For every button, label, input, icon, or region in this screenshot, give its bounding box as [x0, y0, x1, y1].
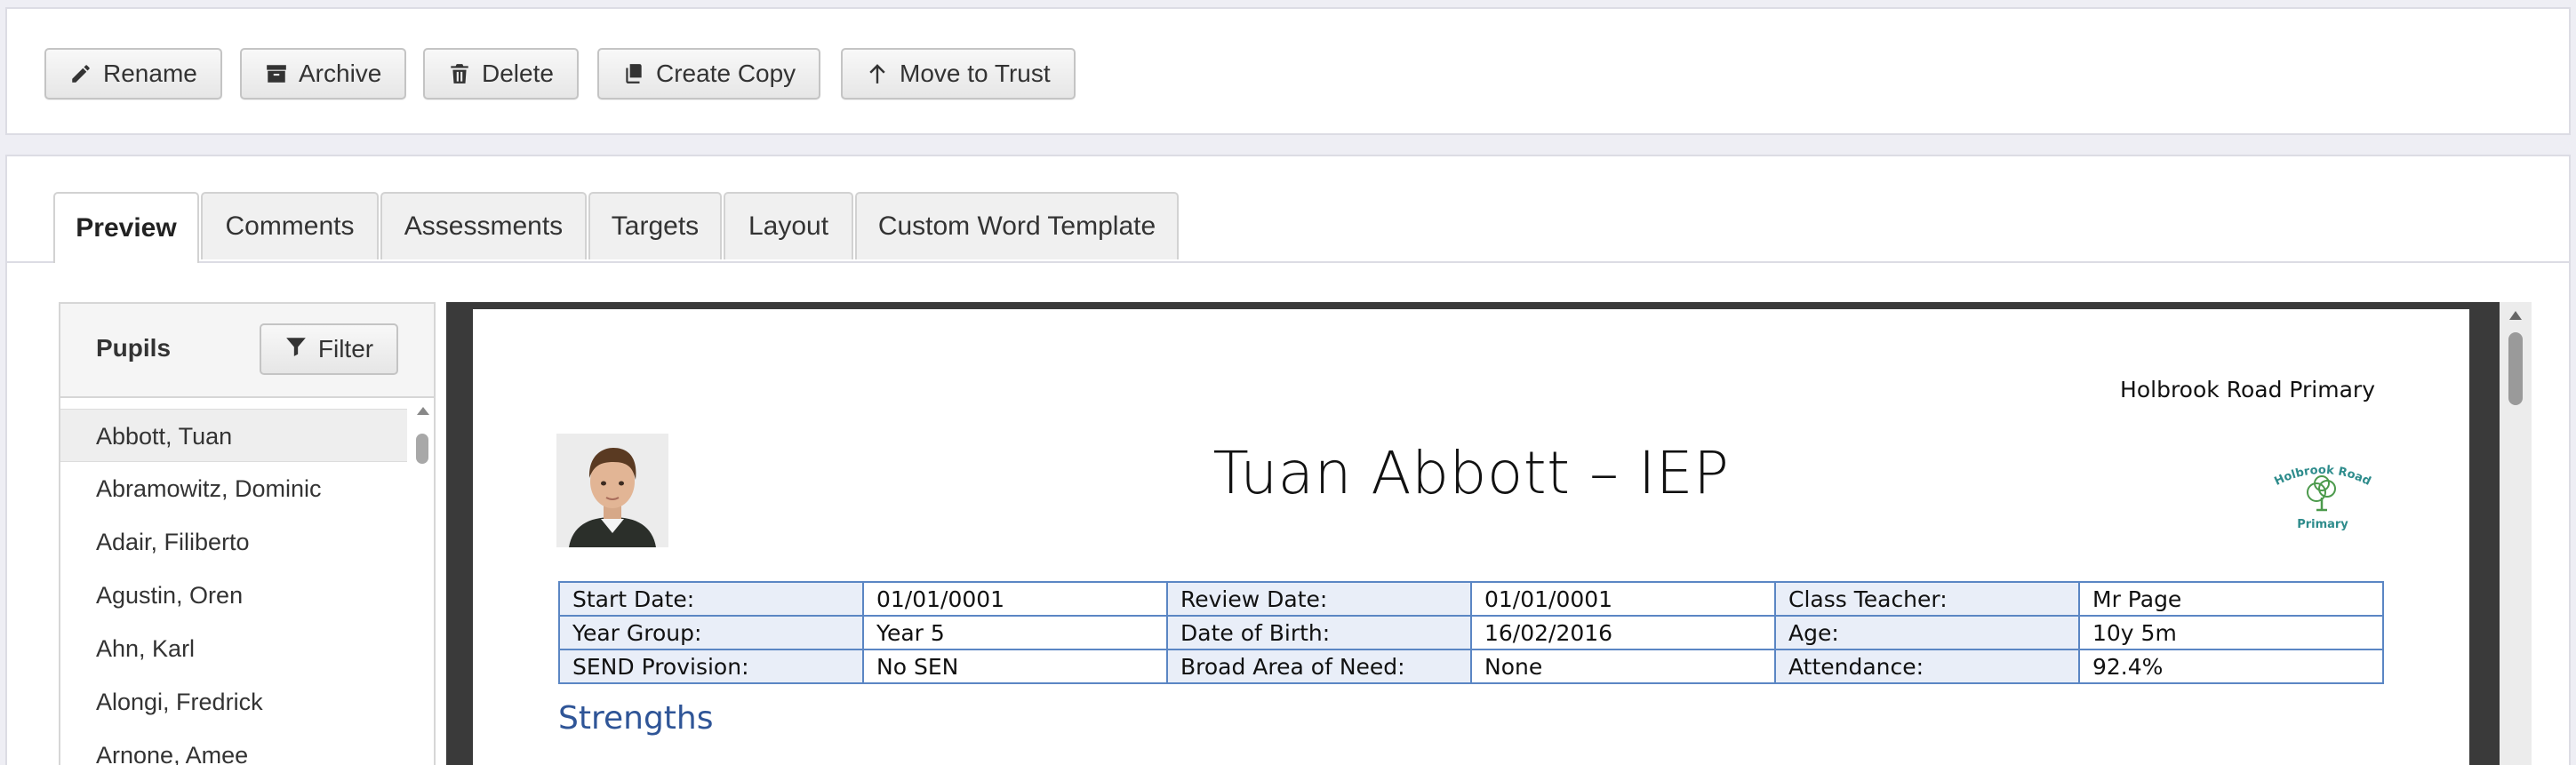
table-row: Start Date: 01/01/0001 Review Date: 01/0…: [558, 581, 2384, 617]
year-group-label: Year Group:: [558, 615, 864, 650]
year-group-value: Year 5: [862, 615, 1168, 650]
pupil-list-scrollbar[interactable]: [412, 402, 432, 765]
scroll-up-arrow-icon[interactable]: [2509, 311, 2522, 320]
move-to-trust-button[interactable]: Move to Trust: [841, 48, 1076, 100]
pupil-item-arnone-amee[interactable]: Arnone, Amee: [60, 729, 407, 765]
tab-assessments[interactable]: Assessments: [380, 192, 587, 259]
scroll-up-arrow-icon[interactable]: [417, 407, 429, 415]
create-copy-button[interactable]: Create Copy: [597, 48, 821, 100]
table-row: Year Group: Year 5 Date of Birth: 16/02/…: [558, 615, 2384, 650]
age-label: Age:: [1774, 615, 2080, 650]
school-name: Holbrook Road Primary: [2120, 377, 2375, 402]
pupil-list: Abbott, Tuan Abramowitz, Dominic Adair, …: [60, 409, 407, 765]
document-page: Holbrook Road Primary Tuan Abbott – IEP: [473, 309, 2469, 765]
date-of-birth-label: Date of Birth:: [1166, 615, 1472, 650]
class-teacher-label: Class Teacher:: [1774, 581, 2080, 617]
broad-area-of-need-value: None: [1470, 649, 1776, 684]
tab-layout[interactable]: Layout: [724, 192, 853, 259]
move-to-trust-label: Move to Trust: [900, 60, 1051, 87]
filter-button[interactable]: Filter: [260, 323, 398, 375]
strengths-heading: Strengths: [558, 700, 714, 737]
pupil-info-table: Start Date: 01/01/0001 Review Date: 01/0…: [558, 581, 2384, 684]
toolbar: Rename Archive Delete Create Copy Move t…: [5, 7, 2571, 135]
logo-text-line2: Primary: [2297, 518, 2348, 531]
tab-preview[interactable]: Preview: [53, 192, 199, 263]
filter-icon: [284, 335, 308, 364]
tab-custom-word-template[interactable]: Custom Word Template: [855, 192, 1179, 259]
delete-button[interactable]: Delete: [423, 48, 579, 100]
send-provision-value: No SEN: [862, 649, 1168, 684]
pupil-item-abbott-tuan[interactable]: Abbott, Tuan: [60, 409, 407, 462]
delete-label: Delete: [482, 60, 554, 87]
rename-label: Rename: [103, 60, 197, 87]
pupils-title: Pupils: [96, 334, 172, 362]
age-value: 10y 5m: [2078, 615, 2384, 650]
review-date-label: Review Date:: [1166, 581, 1472, 617]
pupil-item-agustin-oren[interactable]: Agustin, Oren: [60, 569, 407, 622]
create-copy-label: Create Copy: [656, 60, 796, 87]
tab-targets[interactable]: Targets: [588, 192, 722, 259]
filter-label: Filter: [317, 335, 374, 363]
document-viewer: Holbrook Road Primary Tuan Abbott – IEP: [446, 302, 2532, 765]
pupils-header: Pupils Filter: [60, 304, 434, 398]
start-date-label: Start Date:: [558, 581, 864, 617]
copy-icon: [622, 62, 645, 85]
scrollbar-thumb[interactable]: [2508, 332, 2523, 405]
pupil-item-abramowitz-dominic[interactable]: Abramowitz, Dominic: [60, 462, 407, 515]
pupil-item-alongi-fredrick[interactable]: Alongi, Fredrick: [60, 675, 407, 729]
main-panel: Preview Comments Assessments Targets Lay…: [5, 155, 2571, 765]
pupil-item-adair-filiberto[interactable]: Adair, Filiberto: [60, 515, 407, 569]
document-title: Tuan Abbott – IEP: [1212, 439, 1730, 507]
date-of-birth-value: 16/02/2016: [1470, 615, 1776, 650]
arrow-up-icon: [866, 62, 889, 85]
review-date-value: 01/01/0001: [1470, 581, 1776, 617]
document-scrollbar[interactable]: [2500, 302, 2532, 765]
school-logo: Holbrook Road Primary: [2263, 451, 2382, 540]
scrollbar-thumb[interactable]: [416, 434, 428, 464]
rename-button[interactable]: Rename: [44, 48, 222, 100]
archive-label: Archive: [299, 60, 382, 87]
pupils-panel: Pupils Filter Abbott, Tuan Abramowitz, D…: [59, 302, 436, 765]
broad-area-of-need-label: Broad Area of Need:: [1166, 649, 1472, 684]
attendance-label: Attendance:: [1774, 649, 2080, 684]
trash-icon: [448, 62, 471, 85]
pencil-icon: [69, 62, 92, 85]
tab-comments[interactable]: Comments: [201, 192, 379, 259]
archive-button[interactable]: Archive: [240, 48, 407, 100]
table-row: SEND Provision: No SEN Broad Area of Nee…: [558, 649, 2384, 684]
start-date-value: 01/01/0001: [862, 581, 1168, 617]
tab-bar: Preview Comments Assessments Targets Lay…: [7, 192, 2569, 263]
class-teacher-value: Mr Page: [2078, 581, 2384, 617]
attendance-value: 92.4%: [2078, 649, 2384, 684]
archive-icon: [265, 62, 288, 85]
pupil-item-ahn-karl[interactable]: Ahn, Karl: [60, 622, 407, 675]
send-provision-label: SEND Provision:: [558, 649, 864, 684]
